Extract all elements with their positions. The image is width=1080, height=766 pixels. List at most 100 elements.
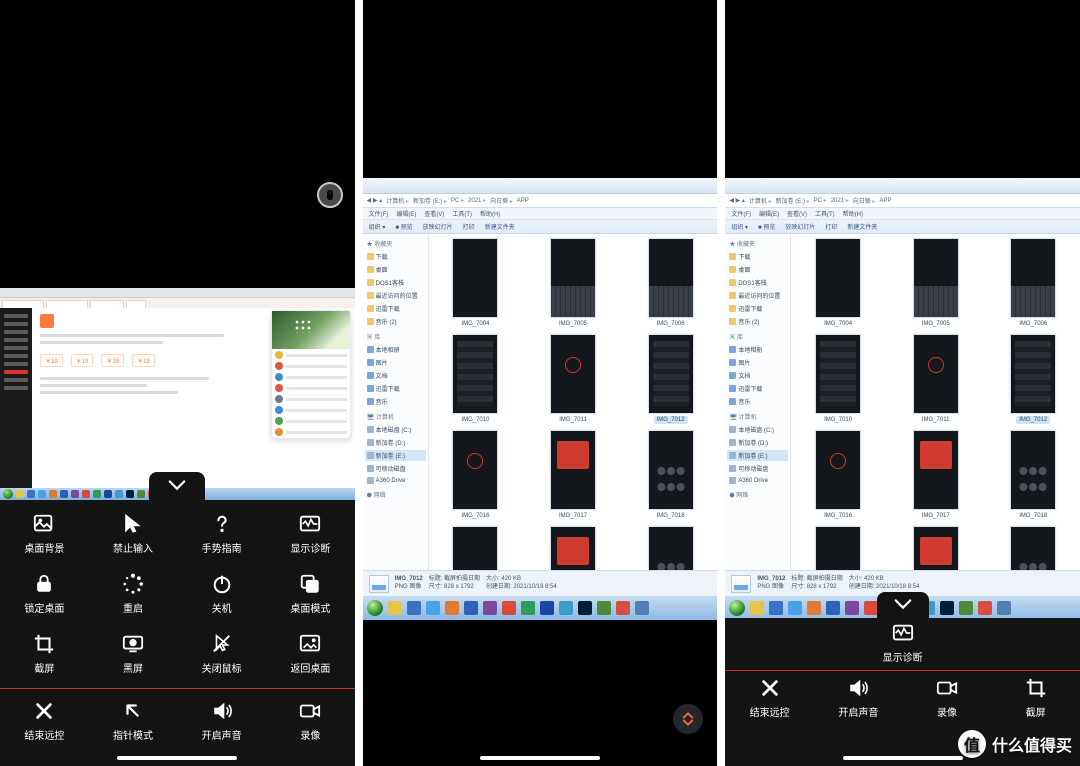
taskbar-app-icon[interactable] <box>126 490 134 498</box>
reboot-button[interactable]: 重启 <box>89 564 178 624</box>
file-thumb[interactable]: IMG_7022 <box>435 526 517 570</box>
taskbar-app-icon[interactable] <box>578 601 592 615</box>
taskbar-app-icon[interactable] <box>540 601 554 615</box>
file-thumb[interactable]: IMG_7023 <box>895 526 977 570</box>
breadcrumb-seg[interactable]: 新加卷 (E:) <box>413 196 447 205</box>
file-thumb[interactable]: IMG_7017 <box>895 430 977 520</box>
menu-item[interactable]: 帮助(H) <box>480 209 500 218</box>
taskbar-app-icon[interactable] <box>521 601 535 615</box>
file-thumb[interactable]: IMG_7006 <box>992 238 1074 328</box>
file-thumb[interactable]: IMG_7017 <box>532 430 614 520</box>
breadcrumb-seg[interactable]: 向日葵 <box>853 196 876 205</box>
file-thumb[interactable]: IMG_7018 <box>630 430 712 520</box>
home-indicator[interactable] <box>843 756 963 760</box>
tree-node[interactable]: 图片 <box>365 357 426 368</box>
home-indicator[interactable] <box>480 756 600 760</box>
file-thumb[interactable]: IMG_7018 <box>992 430 1074 520</box>
record-button[interactable]: 录像 <box>266 693 355 749</box>
home-indicator[interactable] <box>117 756 237 760</box>
tree-node[interactable]: 新加卷 (D:) <box>365 437 426 448</box>
menu-item[interactable]: 查看(V) <box>424 209 444 218</box>
address-bar[interactable]: ◀ ▶ ▴计算机新加卷 (E:)PC2021向日葵APP <box>725 194 1080 208</box>
tree-node[interactable]: 图片 <box>727 357 788 368</box>
breadcrumb-seg[interactable]: APP <box>517 198 529 204</box>
start-orb-icon[interactable] <box>3 489 13 499</box>
menu-item[interactable]: 工具(T) <box>452 209 472 218</box>
explorer-window[interactable]: ◀ ▶ ▴计算机新加卷 (E:)PC2021向日葵APP 文件(F)编辑(E)查… <box>363 178 718 596</box>
taskbar-app-icon[interactable] <box>959 601 973 615</box>
tree-node[interactable]: A360 Drive <box>727 476 788 485</box>
file-thumb[interactable]: IMG_7004 <box>435 238 517 328</box>
remote-desktop-view[interactable]: ￥19￥19￥19￥19 <box>0 288 355 500</box>
file-thumb[interactable]: IMG_7011 <box>895 334 977 424</box>
noinput-button[interactable]: 禁止输入 <box>89 504 178 564</box>
tree-node[interactable]: 音乐 <box>365 396 426 407</box>
taskbar-app-icon[interactable] <box>769 601 783 615</box>
file-thumb[interactable]: IMG_7011 <box>532 334 614 424</box>
taskbar-app-icon[interactable] <box>115 490 123 498</box>
taskbar-app-icon[interactable] <box>978 601 992 615</box>
taskbar-app-icon[interactable] <box>750 601 764 615</box>
end-button[interactable]: 结束远控 <box>0 693 89 749</box>
tree-node[interactable]: 最近访问的位置 <box>365 290 426 301</box>
toolbar-item[interactable]: 放映幻灯片 <box>785 222 815 231</box>
address-bar[interactable]: ◀ ▶ ▴计算机新加卷 (E:)PC2021向日葵APP <box>363 194 718 208</box>
nocursor-button[interactable]: 关闭鼠标 <box>177 624 266 684</box>
file-thumb[interactable]: IMG_7010 <box>797 334 879 424</box>
taskbar-app-icon[interactable] <box>407 601 421 615</box>
tree-node[interactable]: 本地相册 <box>365 344 426 355</box>
taskbar-app-icon[interactable] <box>635 601 649 615</box>
taskbar-app-icon[interactable] <box>104 490 112 498</box>
taskbar-app-icon[interactable] <box>82 490 90 498</box>
diag-button[interactable]: 显示诊断 <box>266 504 355 564</box>
menu-item[interactable]: 文件(F) <box>369 209 389 218</box>
panel-collapse-handle[interactable] <box>877 592 929 618</box>
tree-node[interactable]: DOS1客栈 <box>365 277 426 288</box>
breadcrumb-seg[interactable]: PC <box>814 197 827 204</box>
start-orb-icon[interactable] <box>729 600 745 616</box>
start-orb-icon[interactable] <box>367 600 383 616</box>
toolbar-item[interactable]: 组织 ▾ <box>369 222 386 231</box>
taskbar-app-icon[interactable] <box>426 601 440 615</box>
tree-node[interactable]: 文档 <box>365 370 426 381</box>
toolbar-item[interactable]: 新建文件夹 <box>485 222 515 231</box>
breadcrumb-seg[interactable]: 2021 <box>468 197 486 204</box>
toolbar-item[interactable]: 放映幻灯片 <box>423 222 453 231</box>
taskbar-app-icon[interactable] <box>60 490 68 498</box>
tree-node[interactable]: 桌面 <box>727 264 788 275</box>
taskbar-app-icon[interactable] <box>483 601 497 615</box>
file-thumb[interactable]: IMG_7004 <box>797 238 879 328</box>
taskbar-app-icon[interactable] <box>502 601 516 615</box>
breadcrumb-seg[interactable]: 2021 <box>831 197 849 204</box>
tree-node[interactable]: 迅雷下载 <box>727 303 788 314</box>
deskmode-button[interactable]: 桌面模式 <box>266 564 355 624</box>
tree-node[interactable]: 本地磁盘 (C:) <box>365 424 426 435</box>
taskbar-app-icon[interactable] <box>940 601 954 615</box>
file-thumb[interactable]: IMG_7016 <box>797 430 879 520</box>
taskbar-app-icon[interactable] <box>93 490 101 498</box>
toolbar-item[interactable]: 打印 <box>463 222 475 231</box>
breadcrumb-seg[interactable]: PC <box>451 197 464 204</box>
file-thumb[interactable]: IMG_7024 <box>630 526 712 570</box>
bg-button[interactable]: 桌面背景 <box>0 504 89 564</box>
toolbar-item[interactable]: ■ 预览 <box>395 222 412 231</box>
taskbar-app-icon[interactable] <box>445 601 459 615</box>
tree-node[interactable]: 可移动磁盘 <box>727 463 788 474</box>
tree-node[interactable]: 迅雷下载 <box>727 383 788 394</box>
tree-node[interactable]: DOS1客栈 <box>727 277 788 288</box>
tree-node[interactable]: 最近访问的位置 <box>727 290 788 301</box>
taskbar-app-icon[interactable] <box>807 601 821 615</box>
file-thumb[interactable]: IMG_7024 <box>992 526 1074 570</box>
file-thumb[interactable]: IMG_7012 <box>992 334 1074 424</box>
tree-node[interactable]: 本地相册 <box>727 344 788 355</box>
window-titlebar[interactable] <box>725 178 1080 194</box>
tree-node[interactable]: 音乐 <box>727 396 788 407</box>
tree-node[interactable]: 下载 <box>365 251 426 262</box>
taskbar-app-icon[interactable] <box>16 490 24 498</box>
toolbar-item[interactable]: 打印 <box>825 222 837 231</box>
toolbar-item[interactable]: 组织 ▾ <box>731 222 748 231</box>
panel-collapse-handle[interactable] <box>149 472 205 500</box>
tree-node[interactable]: 本地磁盘 (C:) <box>727 424 788 435</box>
file-thumb[interactable]: IMG_7005 <box>532 238 614 328</box>
taskbar-app-icon[interactable] <box>137 490 145 498</box>
